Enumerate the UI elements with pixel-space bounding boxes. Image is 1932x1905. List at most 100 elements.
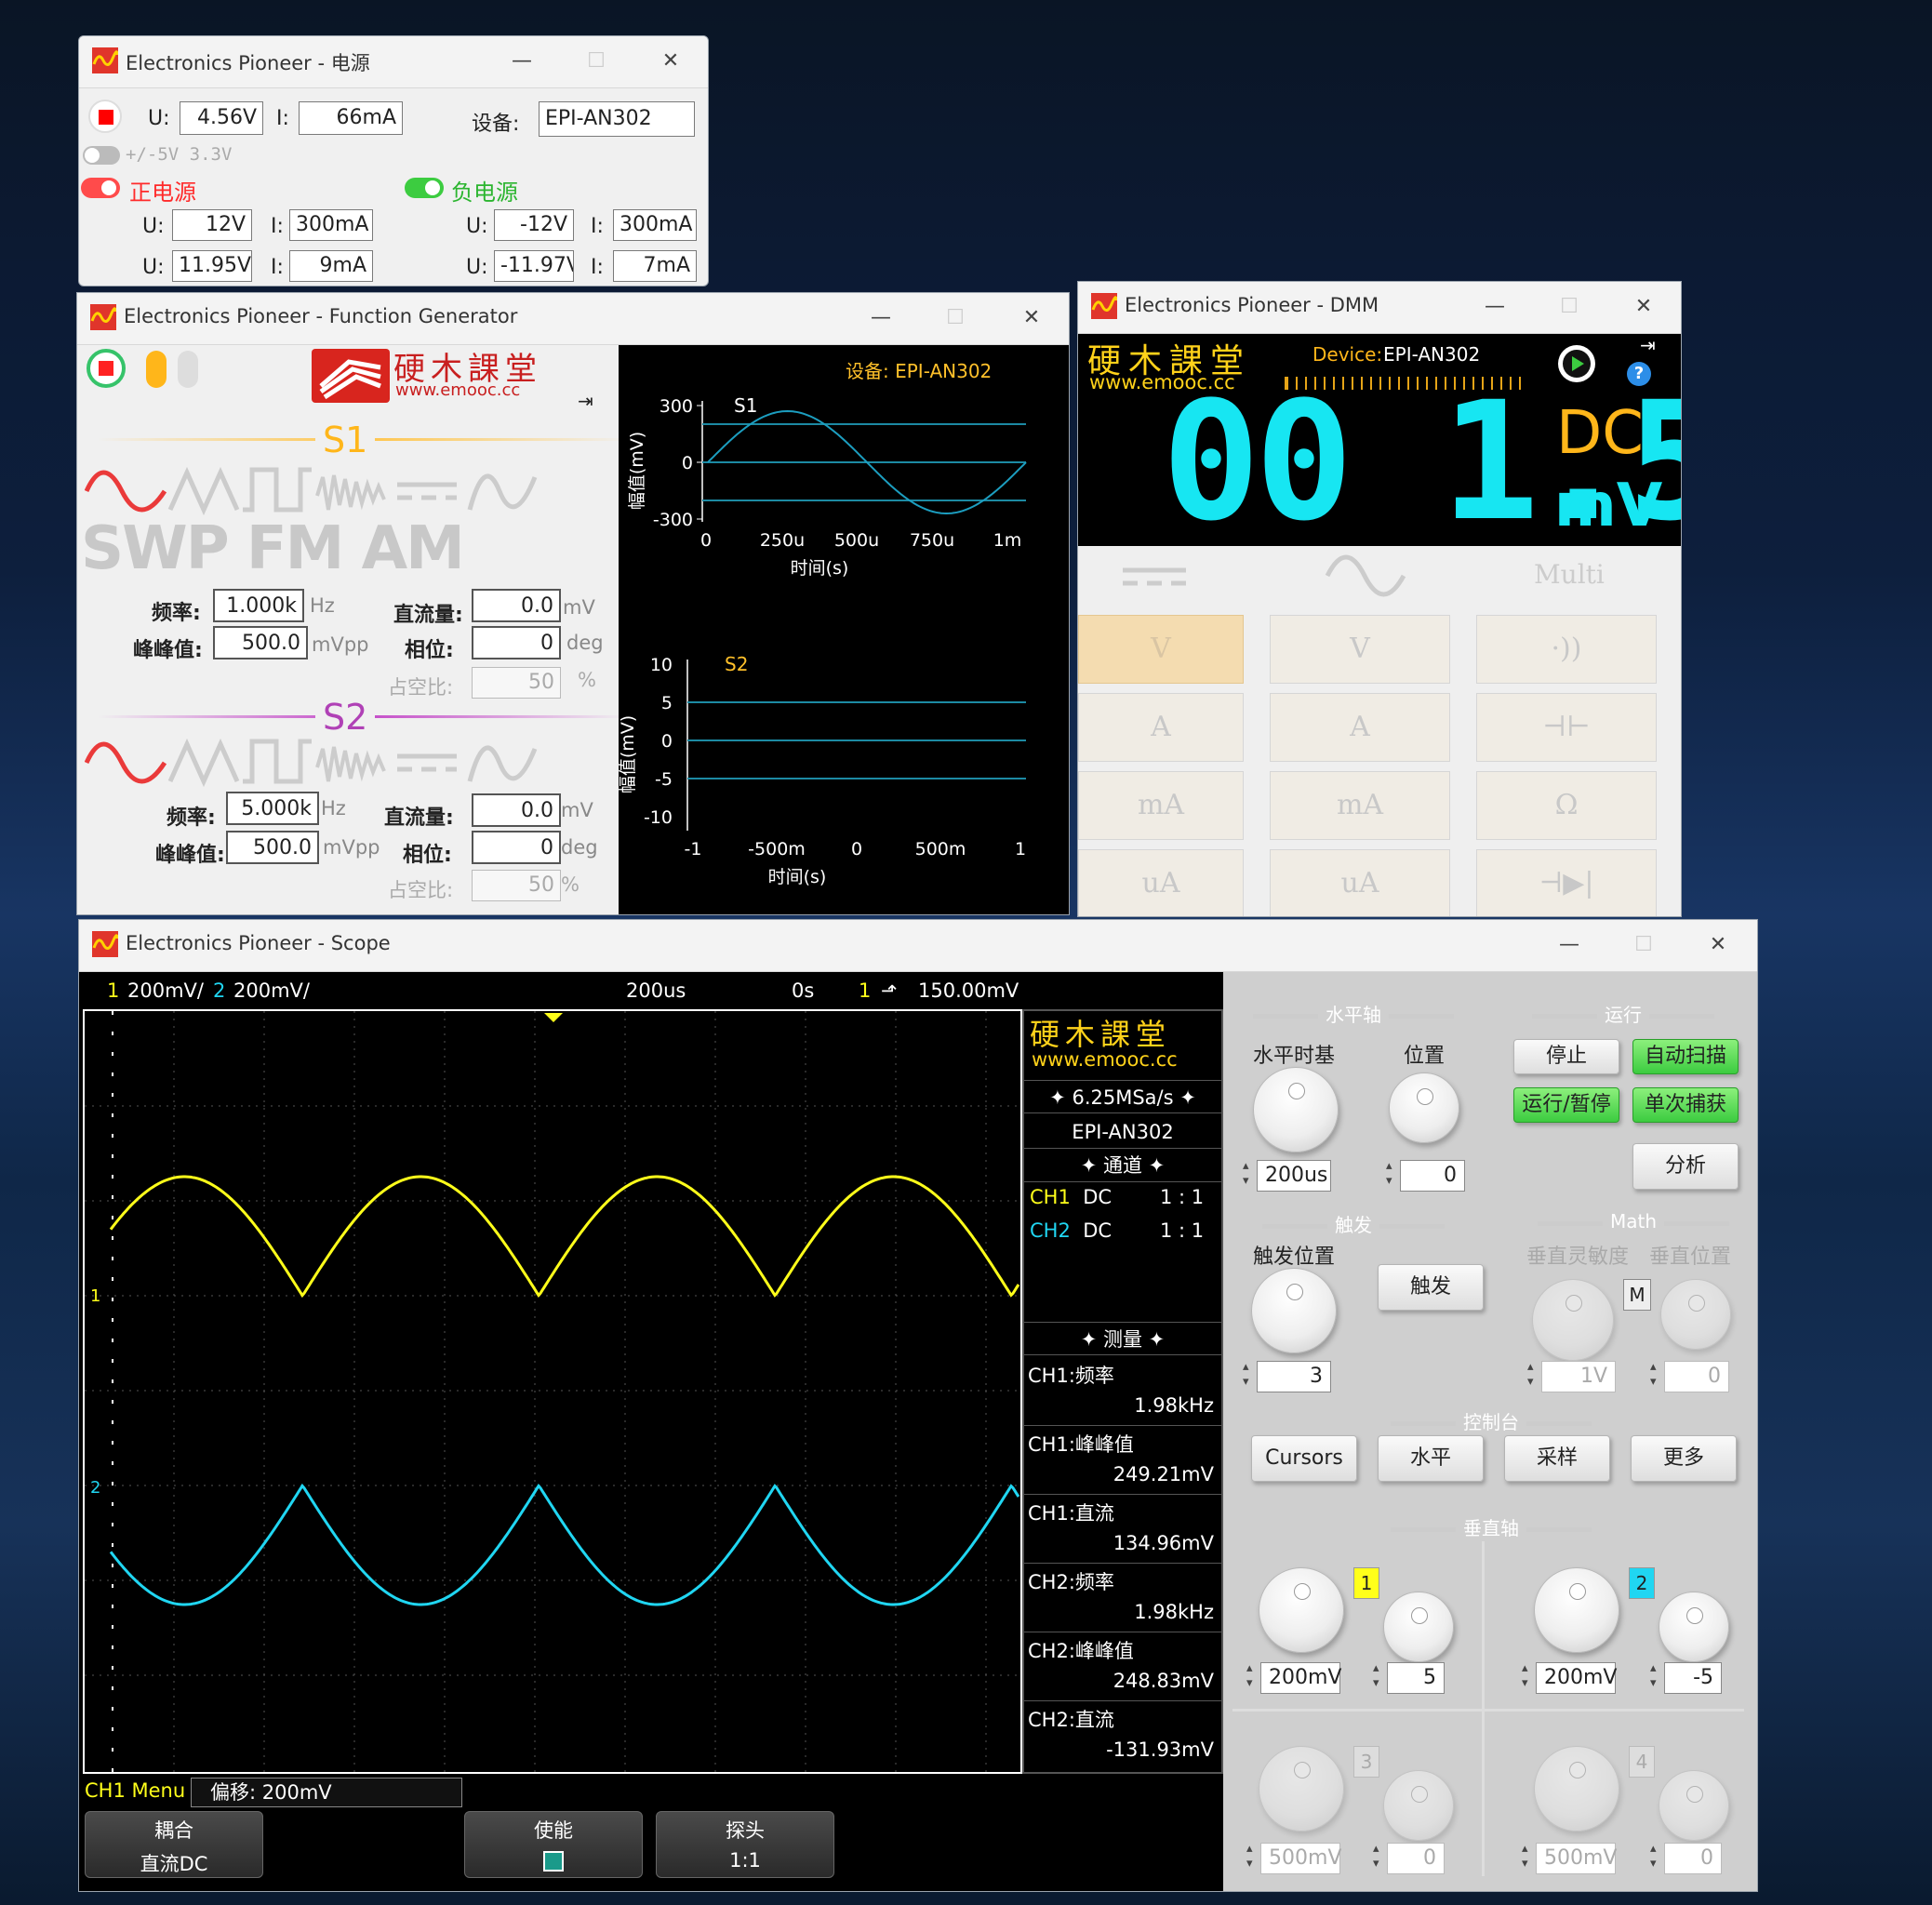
triangle-wave-icon[interactable]: [167, 466, 240, 516]
ac-microamp-key[interactable]: uA: [1270, 849, 1450, 916]
pm5v-toggle[interactable]: [83, 146, 120, 165]
dc-volt-key[interactable]: V: [1078, 615, 1244, 684]
s1-phase-input[interactable]: 0: [472, 626, 561, 659]
resistance-key[interactable]: Ω: [1476, 771, 1657, 840]
capacitance-key[interactable]: ⊣⊢: [1476, 693, 1657, 762]
auto-scan-button[interactable]: 自动扫描: [1632, 1039, 1739, 1074]
power-stop-button[interactable]: [88, 100, 122, 133]
minimize-icon[interactable]: —: [494, 44, 550, 79]
swp-mode[interactable]: SWP: [81, 514, 230, 583]
dc-wave-icon[interactable]: [397, 753, 457, 772]
close-icon[interactable]: ✕: [1004, 300, 1059, 336]
dc-milliamp-key[interactable]: mA: [1078, 771, 1244, 840]
noise-wave-icon[interactable]: [315, 474, 386, 511]
channel-row-ch1[interactable]: CH1 DC 1 : 1: [1030, 1186, 1216, 1208]
sine-wave-icon[interactable]: [84, 470, 167, 513]
dc-amp-key[interactable]: A: [1078, 693, 1244, 762]
ch1-badge[interactable]: 1: [1353, 1567, 1379, 1599]
minimize-icon[interactable]: —: [853, 300, 909, 336]
maximize-icon[interactable]: ☐: [568, 44, 624, 79]
sample-button[interactable]: 采样: [1504, 1435, 1610, 1482]
enable-softkey[interactable]: 使能: [464, 1811, 643, 1878]
coupling-softkey[interactable]: 耦合 直流DC: [85, 1811, 263, 1878]
ac-milliamp-key[interactable]: mA: [1270, 771, 1450, 840]
s2-freq-input[interactable]: 5.000k: [226, 792, 319, 825]
noise-wave-icon[interactable]: [315, 746, 386, 782]
single-capture-button[interactable]: 单次捕获: [1632, 1087, 1739, 1123]
ch1-position-spinner[interactable]: 5: [1373, 1661, 1445, 1694]
continuity-key[interactable]: ·)): [1476, 615, 1657, 684]
pos-i-set[interactable]: 300mA: [289, 209, 373, 241]
positive-supply-toggle[interactable]: [81, 178, 120, 198]
pin-icon[interactable]: ⇥: [578, 390, 593, 412]
output-toggle-1[interactable]: [146, 351, 167, 388]
maximize-icon[interactable]: ☐: [1616, 927, 1672, 963]
pos-u-set[interactable]: 12V: [172, 209, 252, 241]
s2-pp-input[interactable]: 500.0: [226, 831, 319, 864]
position-spinner[interactable]: 0: [1386, 1159, 1465, 1192]
close-icon[interactable]: ✕: [1616, 289, 1672, 325]
channel-row-ch2[interactable]: CH2 DC 1 : 1: [1030, 1219, 1216, 1242]
stop-button[interactable]: 停止: [1513, 1039, 1619, 1074]
analyze-button[interactable]: 分析: [1632, 1143, 1739, 1190]
sample-rate-row[interactable]: ✦ 6.25MSa/s ✦: [1024, 1080, 1221, 1113]
fg-stop-button[interactable]: [87, 349, 126, 388]
ch2-badge[interactable]: 2: [1629, 1567, 1655, 1599]
scope-titlebar[interactable]: Electronics Pioneer - Scope — ☐ ✕: [79, 920, 1757, 972]
negative-supply-toggle[interactable]: [405, 178, 444, 198]
measure-header[interactable]: ✦ 测量 ✦: [1024, 1322, 1221, 1355]
arb-wave-icon[interactable]: [467, 473, 538, 511]
math-m-badge[interactable]: M: [1623, 1279, 1651, 1311]
fg-titlebar[interactable]: Electronics Pioneer - Function Generator…: [77, 293, 1069, 345]
square-wave-icon[interactable]: [243, 467, 312, 513]
output-toggle-2[interactable]: [178, 351, 198, 388]
pin-icon[interactable]: ⇥: [1640, 334, 1656, 356]
probe-softkey[interactable]: 探头 1:1: [656, 1811, 834, 1878]
maximize-icon[interactable]: ☐: [1541, 289, 1597, 325]
s2-dc-input[interactable]: 0.0: [472, 793, 561, 827]
triangle-wave-icon[interactable]: [167, 738, 240, 788]
maximize-icon[interactable]: ☐: [927, 300, 983, 336]
s1-dc-input[interactable]: 0.0: [472, 589, 561, 622]
ch2-scale-spinner[interactable]: 200mV: [1522, 1661, 1617, 1694]
power-titlebar[interactable]: Electronics Pioneer - 电源 — ☐ ✕: [79, 36, 708, 88]
more-button[interactable]: 更多: [1631, 1435, 1737, 1482]
close-icon[interactable]: ✕: [643, 44, 699, 79]
ch3-badge[interactable]: 3: [1353, 1746, 1379, 1778]
ch2-position-spinner[interactable]: -5: [1650, 1661, 1722, 1694]
ch4-badge[interactable]: 4: [1629, 1746, 1655, 1778]
trigger-button[interactable]: 触发: [1378, 1264, 1484, 1311]
trigger-position-icon[interactable]: [544, 1013, 563, 1022]
ch2-scale-knob[interactable]: [1534, 1567, 1619, 1653]
ch2-ground-marker[interactable]: 2: [90, 1478, 100, 1498]
device-field[interactable]: EPI-AN302: [539, 101, 695, 137]
neg-i-set[interactable]: 300mA: [613, 209, 697, 241]
ch1-scale-spinner[interactable]: 200mV: [1246, 1661, 1341, 1694]
dc-microamp-key[interactable]: uA: [1078, 849, 1244, 916]
square-wave-icon[interactable]: [243, 739, 312, 784]
enable-checkbox[interactable]: [543, 1851, 564, 1872]
dc-wave-icon[interactable]: [397, 482, 457, 500]
timebase-knob[interactable]: [1253, 1067, 1339, 1152]
minimize-icon[interactable]: —: [1541, 927, 1597, 963]
ch2-position-knob[interactable]: [1659, 1592, 1729, 1662]
run-pause-button[interactable]: 运行/暂停: [1513, 1087, 1619, 1123]
ch1-scale-knob[interactable]: [1259, 1567, 1344, 1653]
trigger-position-spinner[interactable]: 3: [1243, 1360, 1331, 1392]
ac-volt-key[interactable]: V: [1270, 615, 1450, 684]
arb-wave-icon[interactable]: [467, 745, 538, 782]
cursors-button[interactable]: Cursors: [1251, 1435, 1357, 1482]
timebase-spinner[interactable]: 200us: [1243, 1159, 1331, 1192]
waveform-display[interactable]: 1 2: [83, 1009, 1022, 1774]
neg-u-set[interactable]: -12V: [494, 209, 574, 241]
sine-wave-icon[interactable]: [84, 741, 167, 784]
fm-mode[interactable]: FM: [246, 514, 344, 583]
am-mode[interactable]: AM: [362, 514, 465, 583]
close-icon[interactable]: ✕: [1690, 927, 1746, 963]
trigger-position-knob[interactable]: [1251, 1268, 1337, 1353]
ch1-ground-marker[interactable]: 1: [90, 1286, 100, 1306]
offset-field[interactable]: 偏移: 200mV: [191, 1778, 462, 1807]
position-knob[interactable]: [1389, 1072, 1459, 1143]
s2-phase-input[interactable]: 0: [472, 831, 561, 864]
level-button[interactable]: 水平: [1378, 1435, 1484, 1482]
